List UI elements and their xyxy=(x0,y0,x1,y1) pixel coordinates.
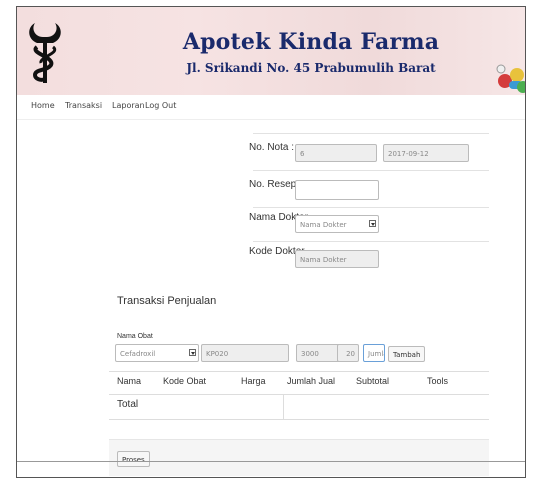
chevron-down-icon[interactable] xyxy=(189,349,196,356)
resep-input[interactable] xyxy=(295,180,379,200)
col-tools: Tools xyxy=(427,376,449,386)
divider xyxy=(253,133,489,134)
table-top-line xyxy=(109,371,489,372)
nav-home[interactable]: Home xyxy=(31,101,55,110)
divider xyxy=(253,170,489,171)
pills-icon xyxy=(496,64,525,93)
nota-field[interactable]: 6 xyxy=(295,144,377,162)
col-harga: Harga xyxy=(241,376,266,386)
obat-select[interactable]: Cefadroxil xyxy=(115,344,199,362)
tambah-button[interactable]: Tambah xyxy=(388,346,426,362)
proses-button[interactable]: Proses xyxy=(117,451,150,467)
chevron-down-icon[interactable] xyxy=(369,220,376,227)
obat-select-value: Cefadroxil xyxy=(120,350,156,358)
app-address: Jl. Srikandi No. 45 Prabumulih Barat xyxy=(186,61,436,75)
form-actions xyxy=(109,439,489,476)
nav-laporan[interactable]: Laporan xyxy=(112,101,145,110)
divider xyxy=(253,241,489,242)
header-banner: Apotek Kinda Farma Jl. Srikandi No. 45 P… xyxy=(17,7,525,95)
dokter-select-value: Nama Dokter xyxy=(300,221,347,229)
date-field[interactable]: 2017-09-12 xyxy=(383,144,469,162)
table-header-line xyxy=(109,394,489,395)
col-subtotal: Subtotal xyxy=(356,376,390,386)
section-title: Transaksi Penjualan xyxy=(117,295,217,307)
jumlah-input[interactable]: Jumlah xyxy=(363,344,385,362)
col-nama: Nama xyxy=(117,376,142,386)
nota-label: No. Nota : xyxy=(249,142,295,153)
dokter-select[interactable]: Nama Dokter xyxy=(295,215,379,233)
total-label: Total xyxy=(117,399,139,410)
nav-logout[interactable]: Log Out xyxy=(145,101,176,110)
kode-dokter-field[interactable]: Nama Dokter xyxy=(295,250,379,268)
table-col-divider xyxy=(283,395,284,419)
top-nav: Home Transaksi Laporan Log Out xyxy=(17,95,525,120)
col-jumlah-jual: Jumlah Jual xyxy=(287,376,336,386)
table-bottom-line xyxy=(109,419,489,420)
kode-obat-field[interactable]: KP020 xyxy=(201,344,289,362)
divider xyxy=(253,207,489,208)
app-title: Apotek Kinda Farma xyxy=(182,29,440,55)
app-window: Apotek Kinda Farma Jl. Srikandi No. 45 P… xyxy=(16,6,526,478)
stok-field[interactable]: 20 xyxy=(337,344,359,362)
nama-obat-label: Nama Obat xyxy=(117,333,153,340)
page-divider xyxy=(17,461,525,462)
resep-label: No. Resep: xyxy=(249,179,300,190)
nav-transaksi[interactable]: Transaksi xyxy=(65,101,102,110)
col-kode-obat: Kode Obat xyxy=(163,376,207,386)
